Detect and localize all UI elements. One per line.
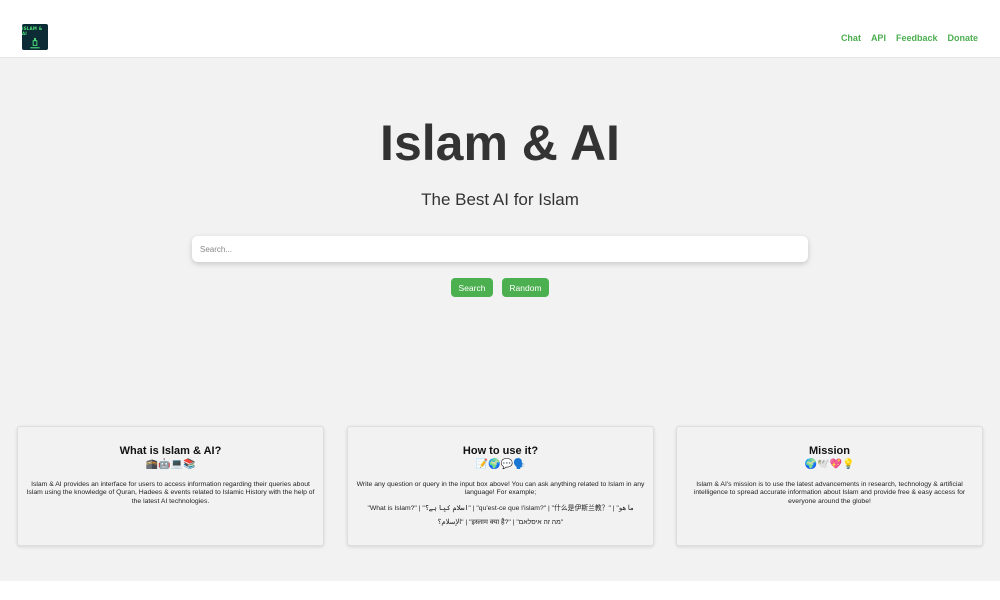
card-text: Write any question or query in the input… <box>356 481 645 497</box>
random-button[interactable]: Random <box>502 278 549 297</box>
card-emojis: 🕋🤖💻📚 <box>145 459 196 470</box>
card-emojis: 📝🌍💬🗣️ <box>475 459 526 470</box>
lantern-icon <box>30 37 40 49</box>
info-card-how: How to use it? 📝🌍💬🗣️ Write any question … <box>347 426 654 546</box>
card-text: Islam & AI provides an interface for use… <box>26 481 315 505</box>
card-examples: "What is Islam?" | "اسلام کیا ہے؟" | "qu… <box>367 504 634 526</box>
footer-strip <box>0 581 1000 600</box>
card-emojis: 🌍🕊️💖💡 <box>804 459 855 470</box>
info-card-what: What is Islam & AI? 🕋🤖💻📚 Islam & AI prov… <box>17 426 324 546</box>
info-card-mission: Mission 🌍🕊️💖💡 Islam & AI's mission is to… <box>676 426 983 546</box>
top-nav: Chat API Feedback Donate <box>841 33 978 43</box>
card-title: What is Islam & AI? <box>119 445 222 457</box>
nav-link-feedback[interactable]: Feedback <box>896 33 938 43</box>
nav-link-chat[interactable]: Chat <box>841 33 861 43</box>
page-subtitle: The Best AI for Islam <box>421 190 579 209</box>
nav-link-donate[interactable]: Donate <box>947 33 978 43</box>
card-title: How to use it? <box>462 445 539 457</box>
logo-text: ISLAM & AI <box>22 26 43 36</box>
main-content: Islam & AI The Best AI for Islam Search … <box>0 58 1000 581</box>
logo[interactable]: ISLAM & AI <box>22 24 48 50</box>
search-button[interactable]: Search <box>451 278 493 297</box>
page-title: Islam & AI <box>380 115 620 171</box>
search-input[interactable] <box>192 236 808 262</box>
nav-link-api[interactable]: API <box>871 33 886 43</box>
header: ISLAM & AI Chat API Feedback Donate <box>0 0 1000 58</box>
card-title: Mission <box>809 445 850 457</box>
card-text: Islam & AI's mission is to use the lates… <box>693 481 966 505</box>
